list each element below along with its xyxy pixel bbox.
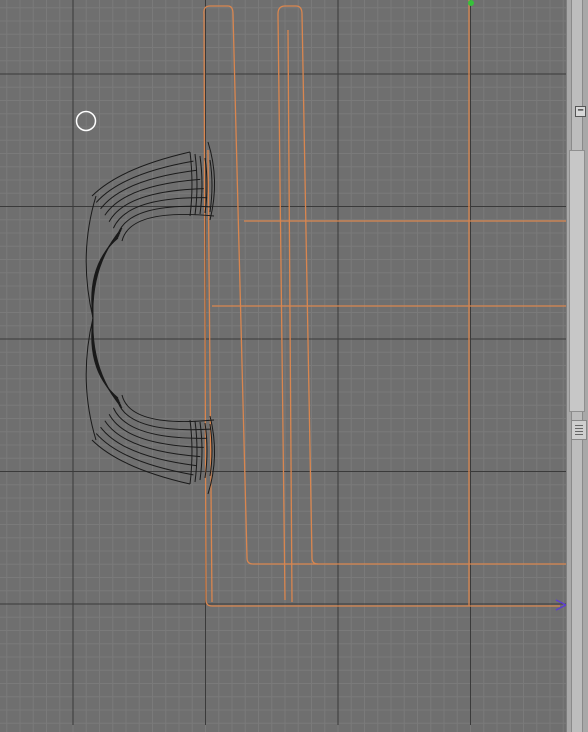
- wire-edge: [121, 213, 215, 242]
- scroll-thumb[interactable]: [569, 150, 585, 412]
- wire-edge: [117, 205, 211, 235]
- wire-edge: [121, 394, 215, 423]
- major-grid: [0, 0, 566, 725]
- collapse-icon[interactable]: −: [575, 106, 586, 117]
- wireframe-handle-bottom[interactable]: [85, 317, 216, 495]
- frame-inner-right[interactable]: [287, 29, 293, 603]
- 3d-viewport[interactable]: [0, 0, 566, 732]
- frame-bottom-rail[interactable]: [205, 599, 560, 607]
- wire-edge: [209, 159, 213, 213]
- frame-inner-left[interactable]: [207, 149, 213, 603]
- grip-icon[interactable]: [571, 420, 587, 440]
- wire-edge: [92, 317, 122, 407]
- viewport-scrollbar[interactable]: −: [566, 0, 588, 732]
- wireframe-handle-top[interactable]: [85, 141, 216, 319]
- axis-arrow-icon: [555, 599, 566, 611]
- viewport-canvas[interactable]: [0, 0, 566, 732]
- wire-edge: [112, 407, 208, 439]
- app-window: −: [0, 0, 588, 732]
- origin-marker: [468, 0, 474, 6]
- minor-grid: [0, 0, 566, 732]
- wire-edge: [112, 197, 208, 229]
- wire-edge: [199, 155, 203, 215]
- wire-edge: [92, 229, 122, 319]
